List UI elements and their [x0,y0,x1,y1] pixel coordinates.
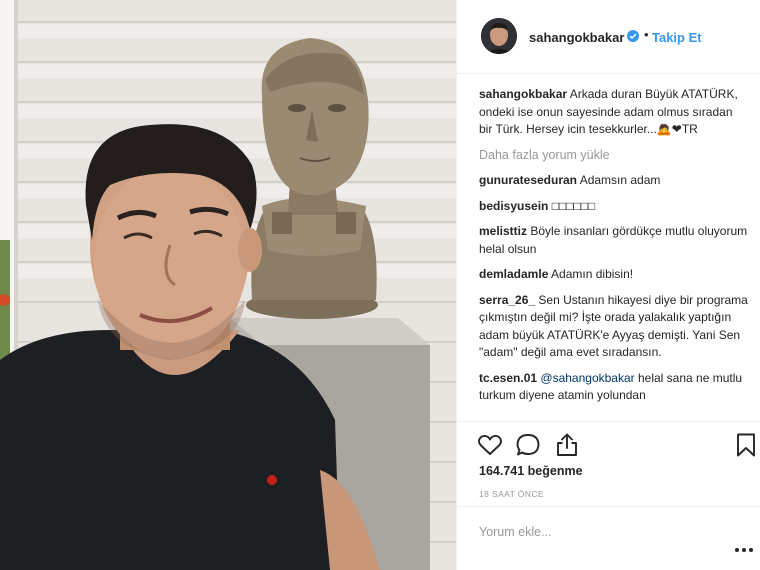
comment-text: Adamsın adam [579,173,661,187]
separator-dot: • [644,27,649,42]
comment-username[interactable]: serra_26_ [479,293,535,307]
comment-mention[interactable]: @sahangokbakar [540,371,634,385]
photo-illustration [0,0,456,570]
verified-badge-icon [627,30,639,42]
comment-item: melisttiz Böyle insanları gördükçe mutlu… [479,223,749,258]
comment-username[interactable]: gunurateseduran [479,173,577,187]
comment-item: demladamle Adamın dibisin! [479,266,749,284]
post-timestamp[interactable]: 18 SAAT ÖNCE [479,489,544,499]
comment-icon[interactable] [515,432,541,458]
comment-item: tc.esen.01 @sahangokbakar helal sana ne … [479,370,749,405]
comment-text: Adamın dibisin! [551,267,634,281]
add-comment-input[interactable] [479,525,719,539]
comment-item: bedisyusein □□□□□□ [479,198,749,216]
post-header: sahangokbakar • Takip Et [457,0,760,74]
post-photo[interactable] [0,0,456,570]
load-more-comments-button[interactable]: Daha fazla yorum yükle [479,147,749,165]
comment-username[interactable]: demladamle [479,267,548,281]
instagram-post: sahangokbakar • Takip Et sahangokbakar A… [0,0,760,570]
action-bar [457,421,760,465]
header-username[interactable]: sahangokbakar [529,30,624,45]
heart-icon[interactable] [477,432,503,458]
avatar-image [481,18,517,54]
share-icon[interactable] [554,432,580,458]
comment-username[interactable]: bedisyusein [479,199,548,213]
avatar[interactable] [481,18,517,54]
bookmark-icon[interactable] [733,432,759,458]
comment-text: □□□□□□ [551,198,596,213]
post-details-panel: sahangokbakar • Takip Et sahangokbakar A… [456,0,760,570]
follow-button[interactable]: Takip Et [652,30,702,45]
add-comment-bar [457,506,760,570]
like-count[interactable]: 164.741 beğenme [479,464,583,478]
comment-username[interactable]: tc.esen.01 [479,371,537,385]
caption-username[interactable]: sahangokbakar [479,87,567,101]
comment-username[interactable]: melisttiz [479,224,527,238]
comment-item: serra_26_ Sen Ustanın hikayesi diye bir … [479,292,749,362]
comment-item: gunurateseduran Adamsın adam [479,172,749,190]
post-caption: sahangokbakar Arkada duran Büyük ATATÜRK… [479,86,749,139]
more-options-icon[interactable] [735,547,753,553]
comments-list[interactable]: sahangokbakar Arkada duran Büyük ATATÜRK… [479,86,749,421]
